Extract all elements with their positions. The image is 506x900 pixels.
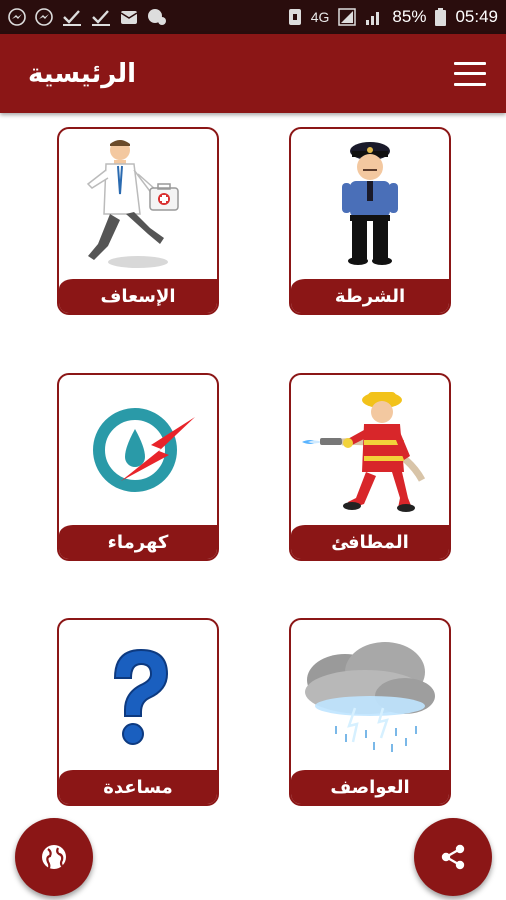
clock: 05:49 — [455, 7, 498, 26]
kahramaa-logo-icon — [59, 375, 217, 525]
tile-label: كهرماء — [59, 525, 217, 559]
firefighter-icon — [291, 375, 449, 525]
globe-button[interactable] — [15, 818, 93, 896]
tile-label: المطافئ — [291, 525, 449, 559]
storm-cloud-icon — [291, 620, 449, 770]
tile-label: الشرطة — [291, 279, 449, 313]
battery-icon — [435, 8, 447, 26]
notification-icons — [8, 8, 167, 26]
tile-help[interactable]: مساعدة — [57, 618, 219, 806]
globe-icon — [42, 845, 66, 869]
messenger-icon — [8, 8, 26, 26]
tile-label: الإسعاف — [59, 279, 217, 313]
mail-icon — [120, 11, 138, 24]
menu-icon[interactable] — [454, 61, 486, 86]
signal-icon — [338, 8, 357, 26]
chat-icon — [148, 9, 166, 25]
share-icon — [441, 844, 465, 870]
battery-percent: 85% — [392, 7, 427, 26]
signal-bars-icon — [366, 12, 380, 25]
system-indicators: 4G 85% 05:49 — [288, 7, 498, 27]
tile-police[interactable]: الشرطة — [289, 127, 451, 315]
tile-kahramaa[interactable]: كهرماء — [57, 373, 219, 561]
tile-storms[interactable]: العواصف — [289, 618, 451, 806]
tile-fire[interactable]: المطافئ — [289, 373, 451, 561]
paramedic-doctor-icon — [59, 129, 217, 279]
tile-label: العواصف — [291, 770, 449, 804]
app-bar: الرئيسية — [0, 34, 506, 113]
page-title: الرئيسية — [28, 58, 137, 89]
check-icon — [63, 10, 81, 26]
police-officer-icon — [291, 129, 449, 279]
network-type: 4G — [310, 9, 330, 25]
check-icon — [92, 10, 110, 26]
tile-ambulance[interactable]: الإسعاف — [57, 127, 219, 315]
messenger-icon — [35, 8, 53, 26]
tile-label: مساعدة — [59, 770, 217, 804]
question-mark-icon — [59, 620, 217, 770]
share-button[interactable] — [414, 818, 492, 896]
sim-icon — [288, 9, 301, 25]
status-bar: 4G 85% 05:49 — [0, 0, 506, 34]
